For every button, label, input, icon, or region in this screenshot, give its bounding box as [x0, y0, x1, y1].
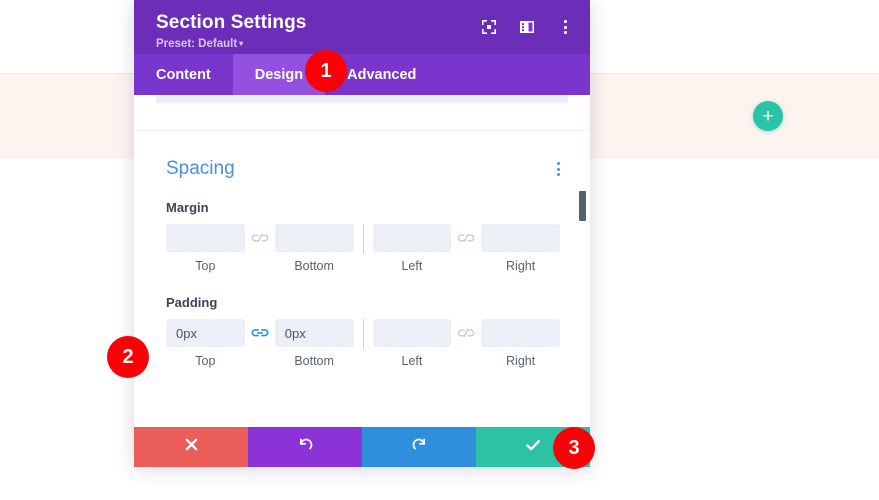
layout-panel-icon[interactable]: [518, 18, 536, 36]
section-settings-modal: Section Settings Preset: Default ▾ Conte…: [134, 0, 590, 467]
redo-button[interactable]: [362, 427, 476, 467]
padding-field-group: Padding Top: [166, 295, 560, 368]
padding-inputs-row: Top Bottom: [166, 319, 560, 368]
margin-left-input[interactable]: [372, 224, 452, 252]
margin-bottom-caption: Bottom: [294, 259, 334, 273]
checkmark-icon: [524, 436, 542, 459]
redo-arrow-icon: [411, 436, 428, 458]
search-input[interactable]: [156, 95, 568, 103]
padding-top-cell: Top: [166, 319, 245, 368]
padding-top-caption: Top: [195, 354, 216, 368]
padding-bottom-input[interactable]: [274, 319, 354, 347]
padding-right-caption: Right: [506, 354, 536, 368]
modal-tabs: Content Design Advanced: [134, 54, 590, 95]
plus-icon: +: [762, 105, 774, 127]
padding-right-cell: Right: [481, 319, 560, 368]
cancel-button[interactable]: [134, 427, 248, 467]
undo-arrow-icon: [297, 436, 314, 458]
preset-label: Preset: Default: [156, 37, 238, 50]
margin-vertical-link-toggle[interactable]: [245, 224, 275, 252]
modal-body: Spacing Margin Top Bottom Left Right Pad…: [134, 130, 590, 427]
add-section-button[interactable]: +: [753, 101, 783, 131]
undo-button[interactable]: [248, 427, 362, 467]
margin-top-cell: Top: [166, 224, 245, 273]
margin-label: Margin: [166, 200, 209, 215]
padding-left-cell: Left: [372, 319, 452, 368]
margin-group-divider: [362, 224, 364, 254]
spacing-section-header: Spacing: [166, 159, 560, 178]
padding-vertical-group: Top Bottom: [166, 319, 354, 368]
modal-header: Section Settings Preset: Default ▾: [134, 0, 590, 54]
modal-footer: [134, 427, 590, 467]
chevron-down-icon: ▾: [239, 39, 244, 49]
margin-right-cell: Right: [481, 224, 560, 273]
margin-top-input[interactable]: [166, 224, 245, 252]
padding-group-divider: [362, 319, 364, 349]
padding-right-input[interactable]: [481, 319, 560, 347]
padding-top-input[interactable]: [166, 319, 245, 347]
preset-selector[interactable]: Preset: Default ▾: [156, 38, 243, 50]
margin-inputs-row: Top Bottom Left Right: [166, 224, 560, 273]
section-options-icon[interactable]: [557, 159, 560, 176]
margin-right-caption: Right: [506, 259, 536, 273]
tab-content[interactable]: Content: [134, 54, 233, 95]
close-x-icon: [184, 437, 199, 457]
section-title-spacing: Spacing: [166, 158, 235, 179]
focus-target-icon[interactable]: [480, 18, 498, 36]
padding-left-input[interactable]: [372, 319, 452, 347]
margin-horizontal-group: Left Right: [372, 224, 560, 273]
padding-left-caption: Left: [401, 354, 423, 368]
margin-horizontal-link-toggle[interactable]: [451, 224, 481, 252]
callout-badge-1: 1: [305, 50, 347, 92]
margin-left-cell: Left: [372, 224, 452, 273]
more-options-icon[interactable]: [556, 18, 574, 36]
margin-right-input[interactable]: [481, 224, 560, 252]
margin-left-caption: Left: [401, 259, 423, 273]
padding-bottom-cell: Bottom: [274, 319, 354, 368]
settings-scroll-region: Spacing Margin Top Bottom Left Right Pad…: [134, 131, 590, 427]
padding-label: Padding: [166, 295, 218, 310]
margin-field-group: Margin Top Bottom Left Right: [166, 200, 560, 273]
margin-top-caption: Top: [195, 259, 216, 273]
padding-horizontal-group: Left Right: [372, 319, 560, 368]
padding-bottom-caption: Bottom: [294, 354, 334, 368]
callout-badge-3: 3: [553, 427, 595, 469]
panel-scrollbar[interactable]: [579, 131, 586, 427]
dots-vertical: [563, 20, 567, 34]
margin-bottom-cell: Bottom: [274, 224, 354, 273]
margin-vertical-group: Top Bottom: [166, 224, 354, 273]
callout-badge-2: 2: [107, 336, 149, 378]
padding-horizontal-link-toggle[interactable]: [451, 319, 481, 347]
padding-vertical-link-toggle[interactable]: [245, 319, 275, 347]
scrollbar-thumb[interactable]: [579, 191, 586, 221]
settings-search-bar[interactable]: [134, 95, 590, 130]
header-tools: [480, 18, 574, 36]
margin-bottom-input[interactable]: [274, 224, 354, 252]
